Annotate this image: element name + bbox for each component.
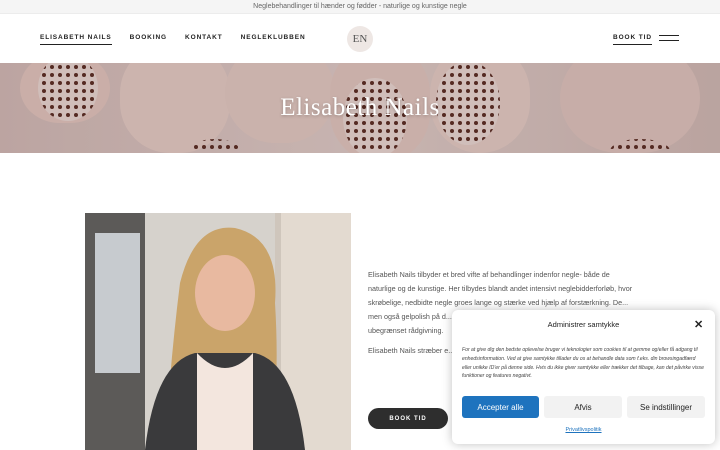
hero-title: Elisabeth Nails (280, 94, 440, 121)
privacy-policy-link[interactable]: Privatlivspolitik (452, 427, 715, 433)
view-settings-button[interactable]: Se indstillinger (627, 396, 705, 418)
nav-item-booking[interactable]: BOOKING (130, 34, 167, 45)
site-header: ELISABETH NAILS BOOKING KONTAKT NEGLEKLU… (0, 15, 720, 63)
header-book-button[interactable]: BOOK TID (613, 34, 652, 45)
book-time-button[interactable]: BOOK TID (368, 408, 448, 429)
cookie-consent-dialog: Administrer samtykke ✕ For at give dig d… (452, 310, 715, 444)
deny-button[interactable]: Afvis (544, 396, 622, 418)
cookie-title: Administrer samtykke (547, 320, 620, 329)
announcement-text: Neglebehandlinger til hænder og fødder -… (253, 3, 467, 10)
hero-banner: Elisabeth Nails (0, 63, 720, 153)
nav-item-elisabeth-nails[interactable]: ELISABETH NAILS (40, 34, 112, 45)
main-nav: ELISABETH NAILS BOOKING KONTAKT NEGLEKLU… (40, 34, 324, 45)
announcement-bar: Neglebehandlinger til hænder og fødder -… (0, 0, 720, 14)
cookie-description: For at give dig den bedste oplevelse bru… (462, 347, 704, 380)
nav-item-negleklubben[interactable]: NEGLEKLUBBEN (241, 34, 306, 45)
profile-photo (85, 213, 351, 450)
nav-item-kontakt[interactable]: KONTAKT (185, 34, 223, 45)
site-logo[interactable]: EN (347, 26, 373, 52)
hamburger-icon[interactable] (659, 35, 679, 41)
accept-all-button[interactable]: Accepter alle (462, 396, 539, 418)
close-icon[interactable]: ✕ (694, 318, 703, 331)
logo-text: EN (352, 33, 368, 45)
